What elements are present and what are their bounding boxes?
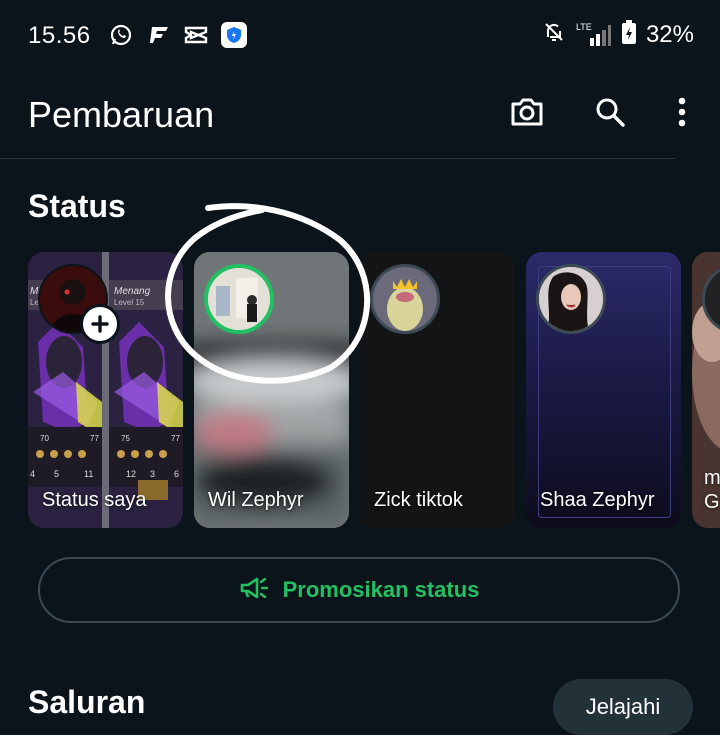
more-options-button[interactable] bbox=[660, 92, 704, 136]
search-button[interactable] bbox=[588, 92, 632, 136]
shield-app-icon bbox=[221, 22, 247, 48]
status-card-my-status[interactable]: Menang Level 15 Menang Level 15 70 77 75… bbox=[28, 252, 183, 528]
thumb-stat-1: 70 bbox=[40, 434, 49, 443]
app-bar-divider bbox=[0, 158, 676, 159]
app-bar: Pembaruan bbox=[0, 80, 720, 150]
status-card-label: Status saya bbox=[42, 489, 147, 511]
add-status-button[interactable] bbox=[80, 304, 120, 344]
thumb-stat-10: 6 bbox=[174, 469, 180, 479]
status-card-label: m G bbox=[704, 467, 720, 513]
status-card-zick-tiktok[interactable]: Zick tiktok bbox=[360, 252, 515, 528]
status-bar-right: LTE 32% bbox=[542, 20, 694, 49]
thumb-stat-3: 75 bbox=[121, 434, 130, 443]
status-card-label: Zick tiktok bbox=[374, 489, 463, 511]
battery-percent: 32% bbox=[645, 20, 694, 48]
page-title: Pembaruan bbox=[28, 94, 215, 135]
whatsapp-icon bbox=[108, 22, 134, 48]
thumb-text-menang-2: Menang bbox=[114, 286, 151, 297]
status-carousel[interactable]: Menang Level 15 Menang Level 15 70 77 75… bbox=[28, 252, 720, 528]
camera-icon bbox=[509, 96, 545, 133]
thumb-stat-7: 11 bbox=[84, 469, 94, 479]
thumb-stat-8: 12 bbox=[126, 469, 137, 479]
status-card-shaa-zephyr[interactable]: Shaa Zephyr bbox=[526, 252, 681, 528]
system-status-bar: 15.56 LTE 32% bbox=[0, 0, 720, 70]
status-section-title: Status bbox=[28, 188, 126, 224]
camera-button[interactable] bbox=[505, 92, 549, 136]
status-card-wil-zephyr[interactable]: Wil Zephyr bbox=[194, 252, 349, 528]
explore-channels-button[interactable]: Jelajahi bbox=[553, 679, 693, 735]
bell-off-icon bbox=[542, 20, 566, 49]
thumb-text-level-2: Level 15 bbox=[114, 298, 145, 307]
search-icon bbox=[594, 96, 626, 133]
clock: 15.56 bbox=[28, 22, 91, 49]
battery-icon bbox=[621, 20, 636, 49]
avatar bbox=[204, 264, 274, 334]
megaphone-icon bbox=[239, 575, 269, 606]
status-card-label: Wil Zephyr bbox=[208, 489, 304, 511]
flipboard-icon bbox=[146, 22, 172, 48]
signal-icon: LTE bbox=[576, 22, 612, 48]
channels-section-title: Saluran bbox=[28, 684, 146, 720]
promote-status-button[interactable]: Promosikan status bbox=[38, 557, 680, 623]
thumb-stat-9: 3 bbox=[150, 469, 156, 479]
thumb-stat-5: 4 bbox=[30, 469, 36, 479]
plus-icon bbox=[91, 315, 109, 333]
avatar bbox=[536, 264, 606, 334]
thumb-stat-2: 77 bbox=[90, 434, 99, 443]
more-vertical-icon bbox=[678, 97, 686, 132]
thumb-stat-6: 5 bbox=[54, 469, 60, 479]
status-card-partial[interactable]: m G bbox=[692, 252, 720, 528]
promote-status-label: Promosikan status bbox=[282, 577, 480, 602]
thumb-stat-4: 77 bbox=[171, 434, 180, 443]
status-card-label: Shaa Zephyr bbox=[540, 489, 655, 511]
avatar bbox=[370, 264, 440, 334]
capcut-icon bbox=[183, 22, 209, 48]
